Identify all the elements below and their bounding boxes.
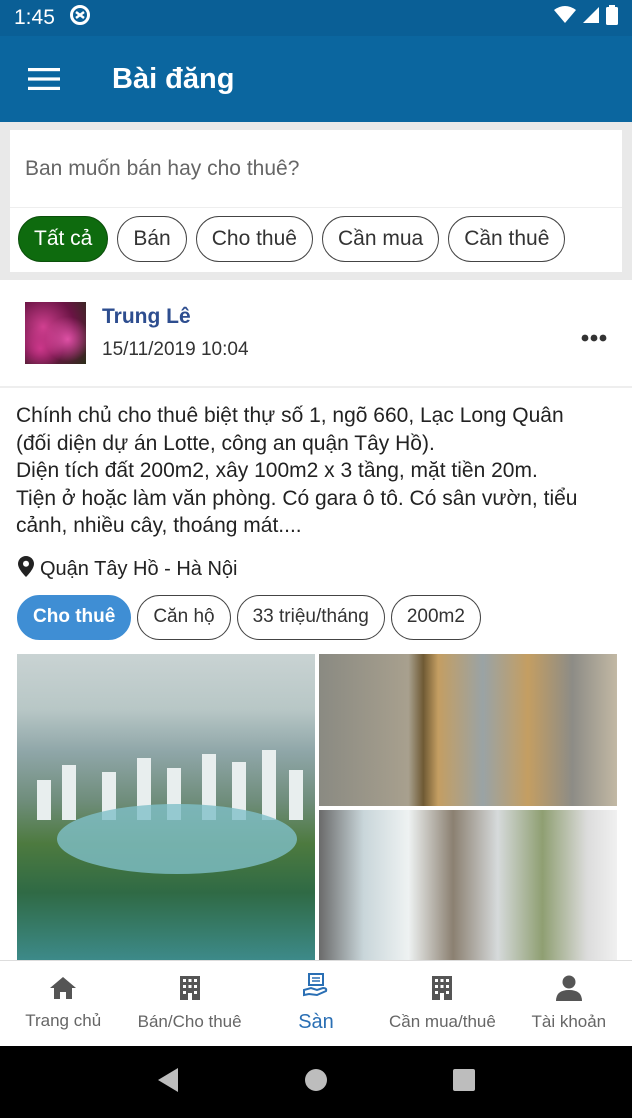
hand-house-icon [303, 973, 329, 1005]
status-bar: 1:45 [0, 0, 632, 36]
battery-icon [606, 5, 618, 31]
nav-home[interactable]: Trang chủ [0, 961, 126, 1046]
post-body[interactable]: Chính chủ cho thuê biệt thự số 1, ngõ 66… [0, 388, 632, 540]
tag-property-type[interactable]: Căn hộ [137, 594, 231, 640]
recents-icon[interactable] [452, 1068, 476, 1097]
more-options-icon[interactable] [581, 316, 607, 350]
photo-balcony[interactable] [319, 810, 617, 960]
post-timestamp: 15/11/2019 10:04 [102, 339, 249, 360]
post-text-line: (đối diện dự án Lotte, công an quận Tây … [16, 431, 435, 455]
location-text: Quận Tây Hồ - Hà Nội [40, 557, 238, 580]
create-post-input[interactable]: Ban muốn bán hay cho thuê? [10, 130, 622, 208]
nav-label: Trang chủ [25, 1011, 102, 1030]
filter-chip-want-buy[interactable]: Cần mua [321, 216, 440, 262]
filter-chip-all[interactable]: Tất cả [18, 216, 109, 262]
post-text-line: Tiện ở hoặc làm văn phòng. Có gara ô tô.… [16, 486, 578, 510]
bottom-nav: Trang chủ Bán/Cho thuê Sàn Cần mua/thuê … [0, 960, 632, 1046]
post-location: Quận Tây Hồ - Hà Nội [0, 540, 632, 583]
status-time: 1:45 [14, 6, 55, 29]
nav-label: Bán/Cho thuê [137, 1012, 242, 1031]
tag-transaction-type[interactable]: Cho thuê [17, 594, 132, 640]
nav-label: Tài khoản [531, 1012, 607, 1031]
tag-price[interactable]: 33 triệu/tháng [236, 594, 385, 640]
photo-gallery [17, 654, 617, 960]
wifi-icon [554, 6, 576, 30]
photo-glass-door[interactable] [319, 654, 617, 806]
post-tags: Cho thuê Căn hộ 33 triệu/tháng 200m2 [0, 583, 632, 652]
home-icon [49, 976, 77, 1005]
nav-label: Cần mua/thuê [389, 1012, 496, 1031]
tag-area[interactable]: 200m2 [390, 594, 481, 640]
avatar[interactable] [25, 302, 86, 364]
building-icon [179, 975, 201, 1006]
post-card: Trung Lê 15/11/2019 10:04 Chính chủ cho … [0, 280, 632, 960]
page-title: Bài đăng [112, 62, 235, 95]
post-composer: Ban muốn bán hay cho thuê? Tất cả Bán Ch… [10, 130, 622, 272]
notification-icon [69, 4, 91, 32]
photo-city-aerial[interactable] [17, 654, 315, 960]
location-pin-icon [18, 555, 34, 583]
user-icon [555, 975, 583, 1006]
nav-market[interactable]: Sàn [253, 961, 379, 1046]
nav-account[interactable]: Tài khoản [506, 961, 632, 1046]
building-icon [431, 975, 453, 1006]
post-header: Trung Lê 15/11/2019 10:04 [0, 280, 632, 388]
menu-icon[interactable] [0, 36, 88, 122]
filter-chip-sell[interactable]: Bán [117, 216, 187, 262]
nav-want-buy-rent[interactable]: Cần mua/thuê [379, 961, 505, 1046]
post-text-line: Diện tích đất 200m2, xây 100m2 x 3 tầng,… [16, 459, 538, 482]
nav-label: Sàn [298, 1011, 334, 1033]
signal-icon [582, 6, 600, 30]
home-circle-icon[interactable] [303, 1067, 329, 1098]
filter-chip-want-rent[interactable]: Cần thuê [448, 216, 566, 262]
app-bar: Bài đăng [0, 36, 632, 122]
system-nav-bar [0, 1046, 632, 1118]
post-text-line: Chính chủ cho thuê biệt thự số 1, ngõ 66… [16, 404, 564, 427]
author-name[interactable]: Trung Lê [102, 305, 249, 329]
post-text-line: cảnh, nhiều cây, thoáng mát.... [16, 514, 302, 537]
filter-chips: Tất cả Bán Cho thuê Cần mua Cần thuê [10, 208, 622, 270]
filter-chip-rent[interactable]: Cho thuê [195, 216, 313, 262]
nav-sell-rent[interactable]: Bán/Cho thuê [126, 961, 252, 1046]
back-icon[interactable] [156, 1067, 180, 1098]
